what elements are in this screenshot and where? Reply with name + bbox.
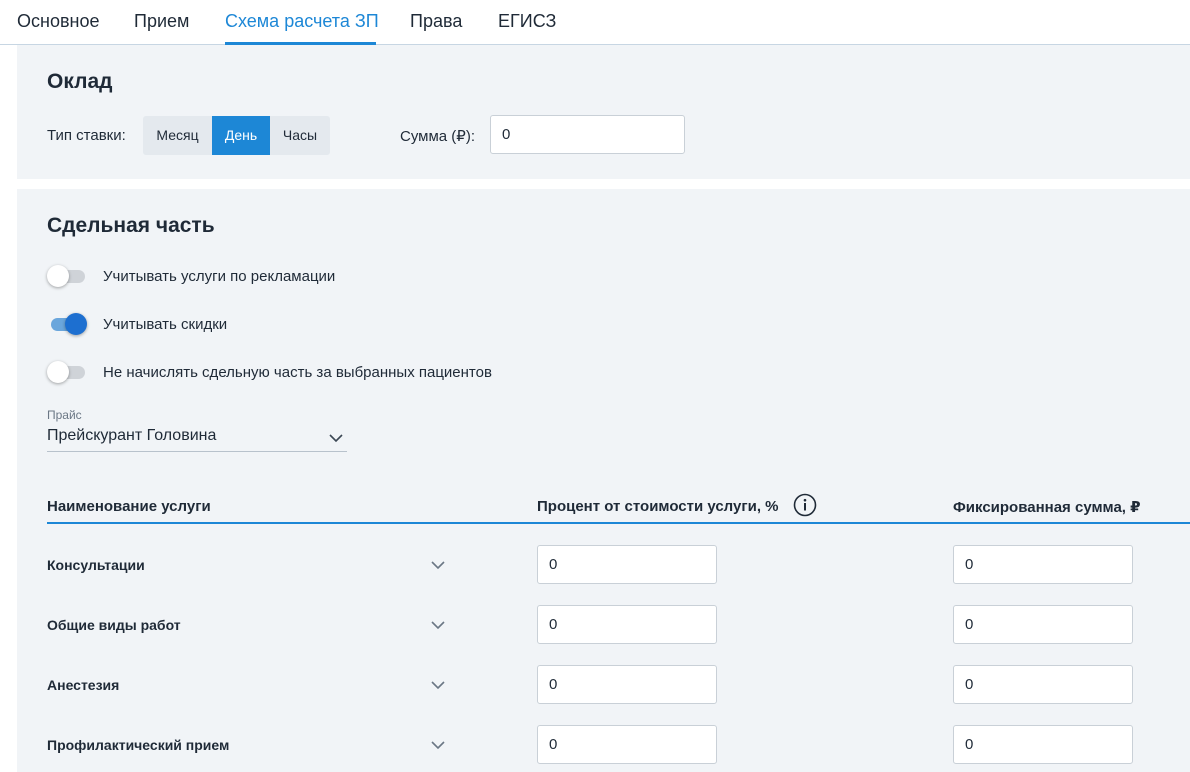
exclude-patients-toggle[interactable]	[47, 361, 87, 383]
rate-day-button[interactable]: День	[212, 116, 270, 155]
rate-hours-button[interactable]: Часы	[270, 116, 330, 155]
salary-panel: Оклад Тип ставки: Месяц День Часы Сумма …	[17, 45, 1190, 179]
percent-input[interactable]	[537, 605, 717, 644]
complaint-services-toggle[interactable]	[47, 265, 87, 287]
chevron-down-icon[interactable]	[430, 740, 446, 750]
table-row-name: Анестезия	[47, 677, 120, 693]
toggle-knob	[47, 361, 69, 383]
toggle-knob	[47, 265, 69, 287]
price-list-select[interactable]: Прейскурант Головина	[47, 425, 347, 452]
tab-rights[interactable]: Права	[410, 11, 462, 32]
complaint-services-label: Учитывать услуги по рекламации	[103, 268, 336, 285]
rate-month-button[interactable]: Месяц	[143, 116, 212, 155]
tab-main[interactable]: Основное	[17, 11, 99, 32]
toggle-knob	[65, 313, 87, 335]
fixed-sum-header: Фиксированная сумма, ₽	[953, 499, 1141, 516]
table-row-name: Консультации	[47, 557, 145, 573]
table-row-name: Профилактический прием	[47, 737, 230, 753]
percent-header: Процент от стоимости услуги, %	[537, 498, 779, 515]
table-row-name: Общие виды работ	[47, 617, 181, 633]
service-name-header: Наименование услуги	[47, 498, 211, 515]
discounts-label: Учитывать скидки	[103, 316, 228, 333]
percent-input[interactable]	[537, 725, 717, 764]
tab-reception[interactable]: Прием	[134, 11, 189, 32]
fixed-sum-input[interactable]	[953, 725, 1133, 764]
piecework-panel: Сдельная часть Учитывать услуги по рекла…	[17, 189, 1190, 772]
tab-salary-scheme[interactable]: Схема расчета ЗП	[225, 11, 379, 32]
chevron-down-icon[interactable]	[430, 680, 446, 690]
fixed-sum-input[interactable]	[953, 665, 1133, 704]
percent-input[interactable]	[537, 545, 717, 584]
fixed-sum-input[interactable]	[953, 545, 1133, 584]
chevron-down-icon	[329, 434, 343, 443]
table-header-divider	[47, 522, 1190, 524]
sum-input[interactable]	[490, 115, 685, 154]
exclude-patients-label: Не начислять сдельную часть за выбранных…	[103, 364, 492, 381]
info-icon[interactable]	[793, 493, 817, 517]
price-list-label: Прайс	[47, 408, 82, 422]
fixed-sum-input[interactable]	[953, 605, 1133, 644]
price-list-value: Прейскурант Головина	[47, 427, 217, 444]
tab-bar: Основное Прием Схема расчета ЗП Права ЕГ…	[0, 0, 1190, 45]
rate-type-label: Тип ставки:	[47, 127, 126, 144]
chevron-down-icon[interactable]	[430, 620, 446, 630]
discounts-toggle[interactable]	[47, 313, 87, 335]
sum-label: Сумма (₽):	[400, 128, 475, 145]
percent-input[interactable]	[537, 665, 717, 704]
piecework-title: Сдельная часть	[47, 214, 215, 237]
rate-type-switch: Месяц День Часы	[143, 116, 330, 155]
tab-egisz[interactable]: ЕГИСЗ	[498, 11, 556, 32]
salary-title: Оклад	[47, 70, 113, 93]
chevron-down-icon[interactable]	[430, 560, 446, 570]
